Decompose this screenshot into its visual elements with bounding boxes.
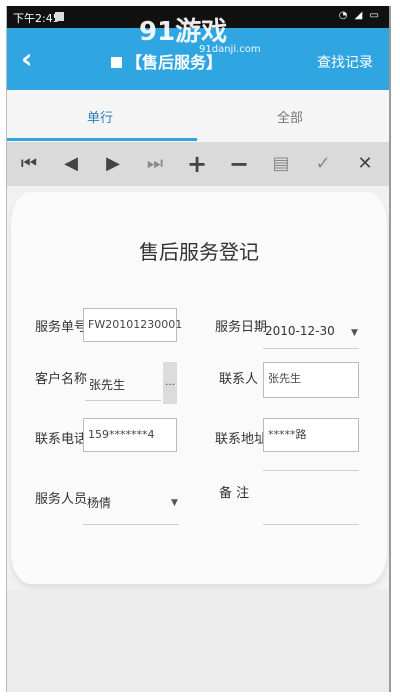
empty-area	[7, 590, 389, 692]
back-icon[interactable]: ‹	[21, 42, 33, 75]
address-label: 联系地址	[215, 432, 268, 447]
phone-input[interactable]: 159*******4	[83, 418, 177, 452]
page-title-text: 【售后服务】	[126, 53, 223, 72]
staff-value: 杨倩	[87, 496, 112, 510]
service-date-value: 2010-12-30	[265, 324, 335, 338]
next-icon[interactable]: ▶	[97, 148, 129, 180]
service-date-label: 服务日期	[215, 320, 268, 335]
tab-bar: 单行 全部	[7, 90, 389, 142]
address-underline	[263, 470, 359, 471]
confirm-icon[interactable]: ✓	[307, 148, 339, 180]
tab-single[interactable]: 单行	[87, 107, 113, 126]
contact-person-label: 联系人	[219, 372, 259, 387]
staff-dropdown-icon[interactable]: ▼	[171, 498, 178, 508]
tab-all[interactable]: 全部	[277, 107, 303, 126]
status-time: 下午2:45	[13, 12, 60, 25]
customer-name-underline	[85, 400, 161, 401]
watermark-logo: 91游戏 91danji.com	[139, 8, 261, 55]
title-square-icon	[111, 57, 122, 68]
record-toolbar: ⏮ ◀ ▶ ⏭ + − ▤ ✓ ✕	[7, 142, 389, 186]
phone-label: 联系电话	[35, 432, 88, 447]
signal-battery-icon: ◔ ◢ ▭	[338, 10, 381, 21]
staff-underline	[83, 524, 179, 525]
tab-indicator	[7, 138, 197, 141]
remark-underline	[263, 524, 359, 525]
customer-name-value[interactable]: 张先生	[89, 376, 125, 393]
staff-label: 服务人员	[35, 492, 88, 507]
address-input[interactable]: *****路	[263, 418, 359, 452]
save-icon[interactable]: ▤	[265, 148, 297, 180]
watermark-domain: 91danji.com	[199, 44, 261, 55]
contact-person-input[interactable]: 张先生	[263, 362, 359, 398]
phone-screen: 下午2:45 ◔ ◢ ▭ ‹ 【售后服务】 查找记录 91游戏 91danji.…	[6, 6, 391, 692]
search-records-button[interactable]: 查找记录	[317, 52, 373, 72]
add-icon[interactable]: +	[181, 148, 213, 180]
service-no-input[interactable]: FW20101230001	[83, 308, 182, 342]
service-no-label: 服务单号	[35, 320, 88, 335]
customer-picker-button[interactable]: …	[163, 362, 177, 404]
form-title: 售后服务登记	[139, 240, 259, 264]
form-card: 售后服务登记 服务单号 FW20101230001 服务日期 2010-12-3…	[11, 192, 387, 584]
bottom-border	[0, 692, 400, 696]
service-date-dropdown-icon[interactable]: ▼	[351, 328, 358, 338]
notification-icon	[55, 12, 64, 21]
customer-name-label: 客户名称	[35, 372, 88, 387]
remark-label: 备 注	[219, 486, 250, 501]
watermark-text: 91游戏	[139, 17, 228, 47]
remove-icon[interactable]: −	[223, 148, 255, 180]
service-date-underline	[263, 348, 359, 349]
cancel-icon[interactable]: ✕	[349, 148, 381, 180]
first-icon[interactable]: ⏮	[13, 148, 45, 180]
prev-icon[interactable]: ◀	[55, 148, 87, 180]
last-icon[interactable]: ⏭	[139, 148, 171, 180]
